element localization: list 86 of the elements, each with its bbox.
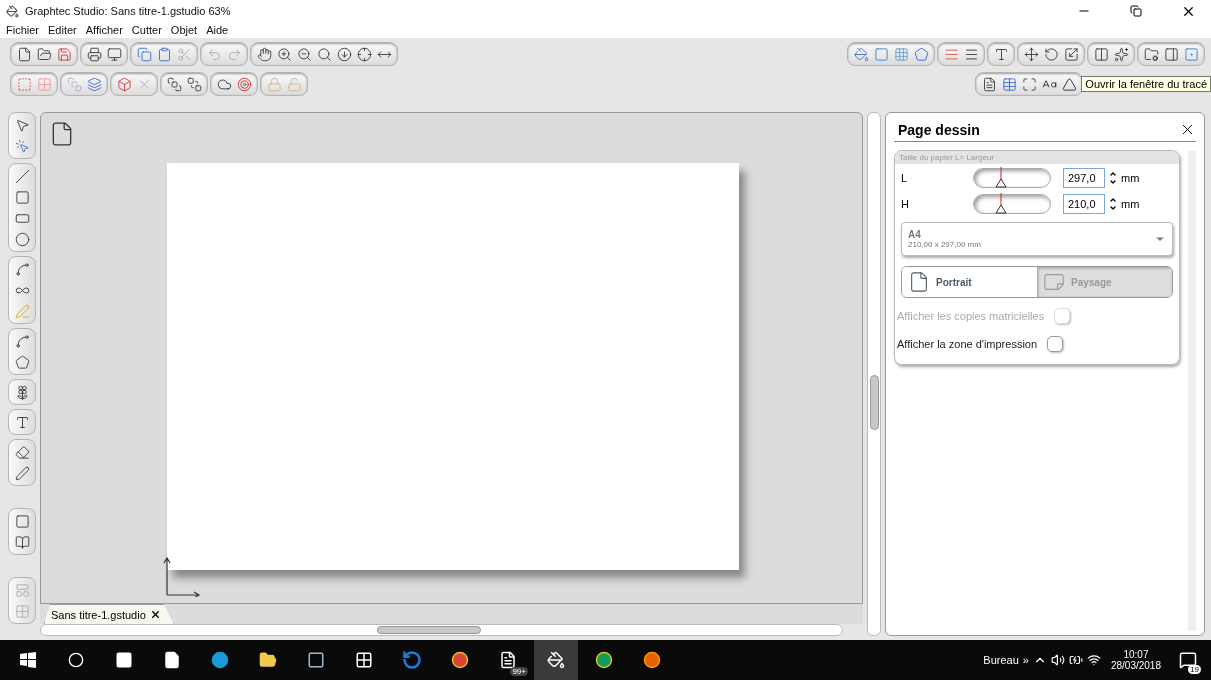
hand-icon[interactable]	[255, 45, 273, 63]
settings-icon[interactable]	[1142, 45, 1160, 63]
notification-button[interactable]: 19	[1171, 640, 1205, 680]
cube-icon[interactable]	[115, 75, 133, 93]
menu-item[interactable]: Fichier	[6, 24, 39, 36]
horizontal-scrollbar[interactable]	[40, 624, 843, 636]
arc-icon[interactable]	[13, 332, 31, 350]
line-icon[interactable]	[13, 167, 31, 185]
message-icon	[1179, 651, 1197, 669]
margin-icon[interactable]	[1020, 75, 1038, 93]
zoom-in-icon[interactable]	[275, 45, 293, 63]
photo-app-icon	[307, 651, 325, 669]
scale-icon[interactable]	[1062, 45, 1080, 63]
pentagon-icon[interactable]	[912, 45, 930, 63]
target-icon[interactable]	[235, 75, 253, 93]
slider-thumb[interactable]	[994, 167, 1007, 189]
ellipse-icon[interactable]	[13, 230, 31, 248]
checkbox[interactable]	[1047, 336, 1064, 352]
polygon-icon[interactable]	[13, 353, 31, 371]
store-icon	[355, 651, 373, 669]
save-icon[interactable]	[55, 45, 73, 63]
toolbar-label[interactable]: Bureau	[983, 654, 1019, 666]
close-tab-icon[interactable]	[149, 609, 161, 620]
document-tab[interactable]: Sans titre-1.gstudio	[44, 604, 174, 624]
copy-icon[interactable]	[135, 45, 153, 63]
note-icon	[115, 651, 133, 669]
mail-badge: 99+	[510, 667, 528, 676]
open-folder-icon[interactable]	[35, 45, 53, 63]
overflow-button[interactable]: »	[1022, 654, 1029, 666]
vertical-scrollbar[interactable]	[867, 112, 881, 636]
effect-icon[interactable]	[1112, 45, 1130, 63]
panel-title: Page dessin	[898, 121, 980, 138]
circle-icon	[68, 652, 84, 668]
battery-icon[interactable]	[1068, 653, 1083, 667]
app-icon	[6, 4, 19, 18]
overlap-icon[interactable]	[85, 75, 103, 93]
app-button[interactable]	[534, 640, 578, 680]
folder-icon	[259, 651, 277, 669]
rotate-icon[interactable]	[1042, 45, 1060, 63]
dimension-label: L	[901, 172, 909, 184]
unit-label: mm	[1121, 198, 1140, 210]
zoom-out-icon[interactable]	[295, 45, 313, 63]
unit-label: mm	[1121, 172, 1140, 184]
page-icon	[1043, 271, 1065, 293]
dimension-label: H	[901, 198, 910, 210]
origin-axes-icon	[161, 555, 201, 597]
window-icon[interactable]	[13, 512, 31, 530]
chat-app-icon	[211, 651, 229, 669]
tooltip: Ouvrir la fenêtre du tracé	[1081, 76, 1211, 92]
node-select-icon[interactable]	[13, 137, 31, 155]
menu-item[interactable]: Cutter	[131, 24, 162, 36]
spin-icon[interactable]	[1109, 170, 1117, 186]
paper-dropdown[interactable]: A4 210,00 x 297,00 mm	[901, 222, 1173, 256]
file-icon	[163, 651, 181, 669]
bezier-icon[interactable]	[13, 260, 31, 278]
spin-icon[interactable]	[1109, 196, 1117, 212]
menu-item[interactable]: Afficher	[85, 24, 123, 36]
panel-icon[interactable]	[1162, 45, 1180, 63]
dimension-input[interactable]: 297,0	[1063, 168, 1105, 188]
eraser-icon[interactable]	[13, 443, 31, 461]
arrow-down-icon[interactable]	[335, 45, 353, 63]
wifi-icon[interactable]	[1086, 653, 1101, 667]
mail-button[interactable]: 99+	[486, 640, 530, 680]
move-icon[interactable]	[1022, 45, 1040, 63]
app-icon	[547, 651, 565, 669]
notification-badge: 19	[1188, 665, 1201, 674]
menu-item[interactable]: Editer	[48, 24, 77, 36]
restore-icon	[1130, 5, 1142, 17]
library-icon[interactable]	[13, 533, 31, 551]
slider-thumb[interactable]	[994, 193, 1007, 215]
printer-icon[interactable]	[85, 45, 103, 63]
window-title: Graphtec Studio: Sans titre-1.gstudio 63%	[25, 5, 232, 17]
option-label: Afficher la zone d'impression	[897, 338, 1038, 350]
page-icon	[908, 271, 930, 293]
start-icon[interactable]	[20, 652, 36, 668]
menu-item[interactable]: Aide	[206, 24, 229, 36]
volume-icon[interactable]	[1050, 653, 1065, 667]
menu-item[interactable]: Objet	[170, 24, 198, 36]
option-label: Afficher les copies matricielles	[897, 310, 1045, 322]
paint-bucket-icon[interactable]	[852, 45, 870, 63]
monitor-icon[interactable]	[105, 45, 123, 63]
dimension-input[interactable]: 210,0	[1063, 194, 1105, 214]
grid-icon[interactable]	[1000, 75, 1018, 93]
clock[interactable]: 10:07 28/03/2018	[1104, 649, 1167, 671]
zoom-area-icon[interactable]	[315, 45, 333, 63]
rectangle-icon[interactable]	[13, 188, 31, 206]
